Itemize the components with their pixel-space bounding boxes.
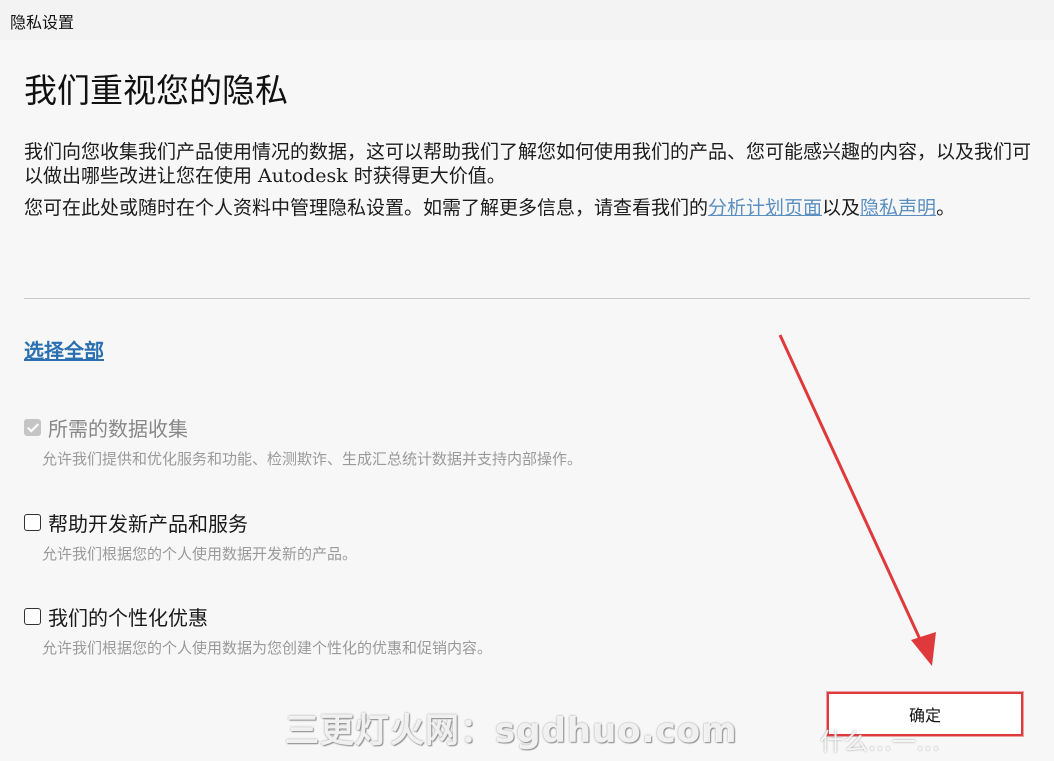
intro-paragraph-2-text: 您可在此处或随时在个人资料中管理隐私设置。如需了解更多信息，请查看我们的 <box>24 197 709 219</box>
option-label: 所需的数据收集 <box>48 417 188 441</box>
option-develop-products: 帮助开发新产品和服务 允许我们根据您的个人使用数据开发新的产品。 <box>24 508 1024 564</box>
option-description: 允许我们根据您的个人使用数据开发新的产品。 <box>42 545 358 563</box>
title-bar: 隐私设置 <box>0 0 1054 40</box>
page-heading: 我们重视您的隐私 <box>24 71 288 110</box>
personalized-offers-checkbox[interactable] <box>24 608 41 625</box>
select-all-link[interactable]: 选择全部 <box>24 335 104 364</box>
privacy-dialog-content: 我们重视您的隐私 我们向您收集我们产品使用情况的数据，这可以帮助我们了解您如何使… <box>0 40 1054 761</box>
analytics-program-link[interactable]: 分析计划页面 <box>708 197 822 219</box>
develop-products-checkbox[interactable] <box>24 514 41 531</box>
option-label[interactable]: 我们的个性化优惠 <box>48 602 208 631</box>
intro-paragraph-1: 我们向您收集我们产品使用情况的数据，这可以帮助我们了解您如何使用我们的产品、您可… <box>24 141 1032 187</box>
watermark-text-secondary: 什么…一… <box>820 728 940 756</box>
option-personalized-offers: 我们的个性化优惠 允许我们根据您的个人使用数据为您创建个性化的优惠和促销内容。 <box>24 602 1024 658</box>
intro-paragraph-2: 您可在此处或随时在个人资料中管理隐私设置。如需了解更多信息，请查看我们的分析计划… <box>24 196 1034 220</box>
option-description: 允许我们提供和优化服务和功能、检测欺诈、生成汇总统计数据并支持内部操作。 <box>42 450 583 468</box>
watermark-text: 三更灯火网：sgdhuo.com <box>285 711 738 751</box>
window-title: 隐私设置 <box>10 13 75 32</box>
intro-text: 我们向您收集我们产品使用情况的数据，这可以帮助我们了解您如何使用我们的产品、您可… <box>24 140 1034 220</box>
option-description: 允许我们根据您的个人使用数据为您创建个性化的优惠和促销内容。 <box>42 639 493 657</box>
intro-paragraph-2-end: 。 <box>936 197 956 219</box>
option-label[interactable]: 帮助开发新产品和服务 <box>48 508 248 537</box>
privacy-statement-link[interactable]: 隐私声明 <box>860 197 936 219</box>
option-required-data: 所需的数据收集 允许我们提供和优化服务和功能、检测欺诈、生成汇总统计数据并支持内… <box>24 413 1024 469</box>
intro-paragraph-2-and: 以及 <box>822 197 861 219</box>
required-data-checkbox <box>24 419 41 436</box>
divider <box>24 298 1030 299</box>
